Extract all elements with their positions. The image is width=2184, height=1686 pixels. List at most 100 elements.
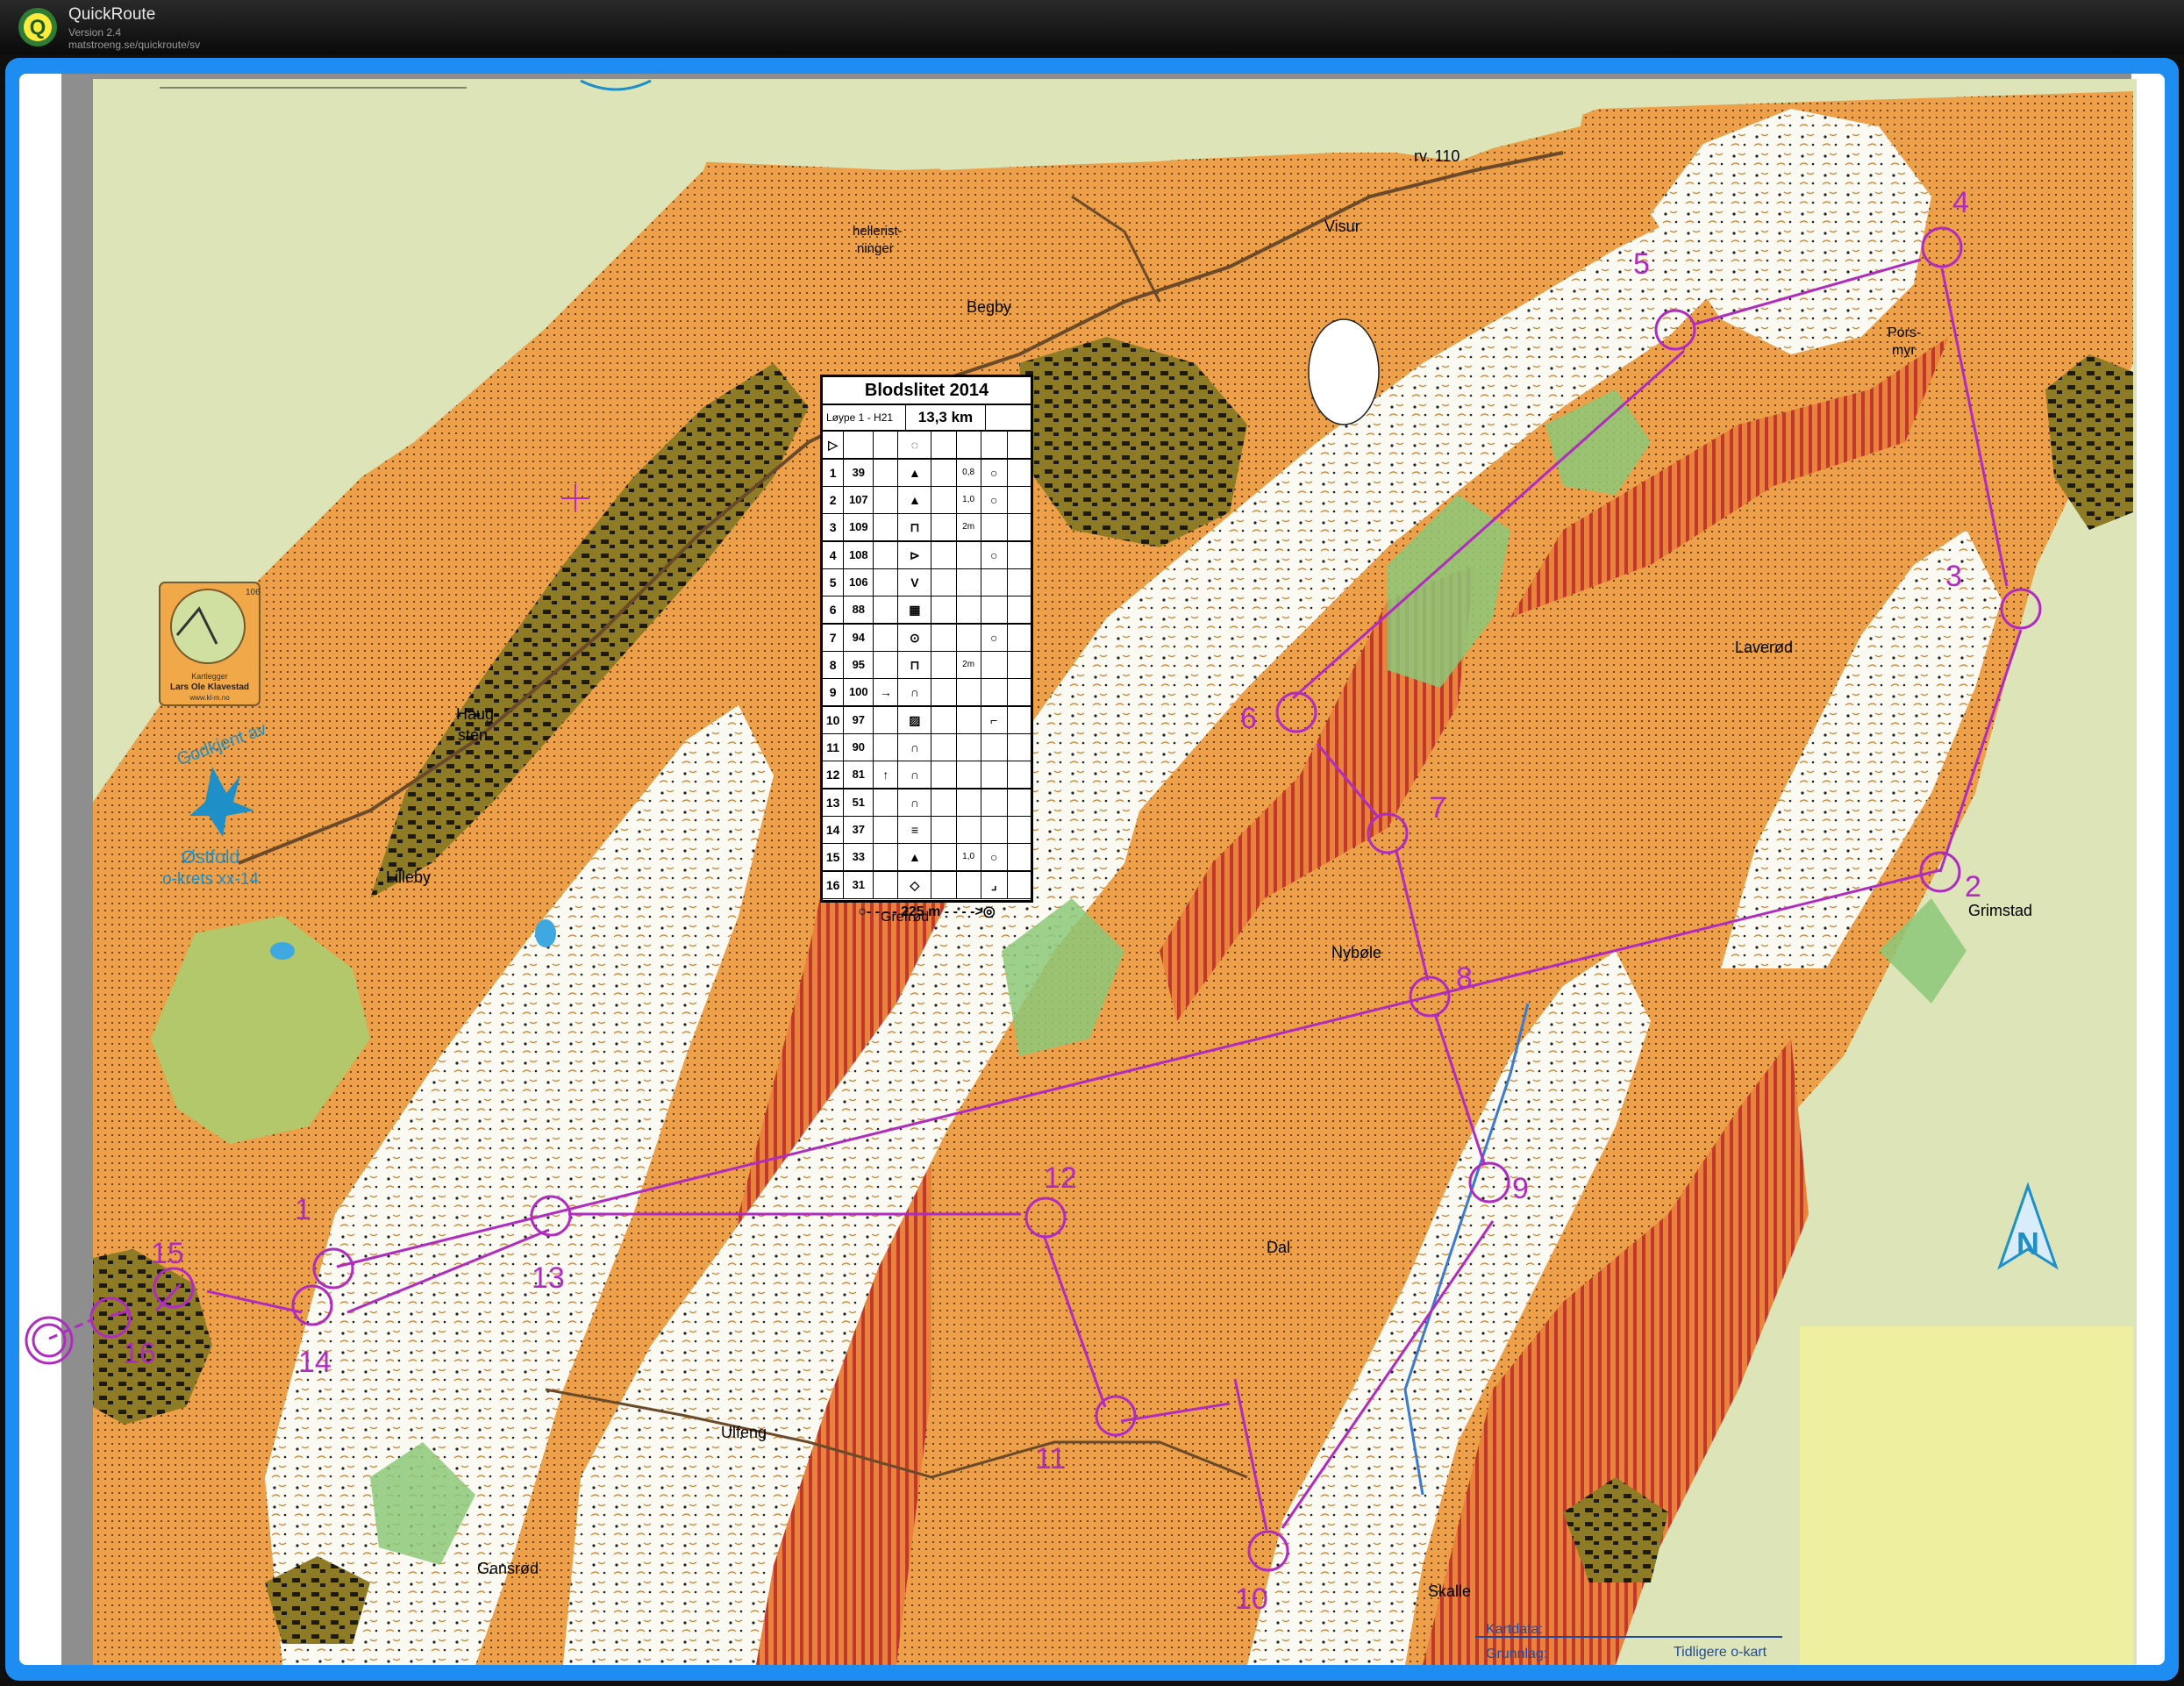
cd-other <box>1008 707 1031 733</box>
cd-control-number: 8 <box>823 652 845 678</box>
cd-row: 1 39 ▲ 0,8 ○ <box>823 460 1031 487</box>
cd-feature-symbol: ≡ <box>898 817 932 843</box>
cd-other <box>1008 761 1031 788</box>
cd-location-symbol: ○ <box>981 460 1008 486</box>
cd-appearance <box>931 844 957 870</box>
cd-location-symbol <box>981 514 1008 540</box>
cd-feature-symbol: ∩ <box>898 734 932 761</box>
cd-location-symbol <box>981 679 1008 705</box>
cd-row: 12 81 ↑ ∩ <box>823 761 1031 789</box>
cd-other <box>1008 569 1031 596</box>
cd-location-symbol: ○ <box>981 844 1008 870</box>
cd-row: 3 109 ⊓ 2m <box>823 514 1031 542</box>
cd-location-symbol <box>981 652 1008 678</box>
cd-control-number: 7 <box>823 625 845 651</box>
cd-arrow-icon <box>874 460 899 486</box>
cd-location-symbol <box>981 761 1008 788</box>
cd-feature-symbol: ▲ <box>898 487 932 513</box>
cd-control-code: 108 <box>844 542 874 568</box>
cd-other <box>1008 597 1031 623</box>
footer-grunnlag: Grunnlag: <box>1486 1647 1547 1661</box>
logo-letter: Q <box>30 16 46 39</box>
cd-other <box>1008 542 1031 568</box>
cd-arrow-icon <box>874 844 899 870</box>
cd-control-number: 16 <box>823 872 845 898</box>
cd-control-code: 106 <box>844 569 874 596</box>
cd-appearance <box>931 679 957 705</box>
place-pors: Pors- <box>1888 325 1921 340</box>
place-dal: Dal <box>1267 1239 1290 1256</box>
cd-location-symbol: ○ <box>981 487 1008 513</box>
cd-dimension <box>957 597 981 623</box>
control-number-10: 10 <box>1235 1582 1268 1616</box>
cd-appearance <box>931 597 957 623</box>
cd-appearance <box>931 817 957 843</box>
cd-other <box>1008 872 1031 898</box>
cd-control-code: 51 <box>844 789 874 816</box>
footer-tidligere: Tidligere o-kart <box>1674 1645 1767 1660</box>
cd-control-code: 81 <box>844 761 874 788</box>
control-number-7: 7 <box>1430 791 1446 825</box>
place-hellerist: hellerist- <box>853 224 903 239</box>
control-number-4: 4 <box>1952 186 1969 219</box>
cd-appearance <box>931 761 957 788</box>
place-laverod: Laverød <box>1735 639 1793 656</box>
mapper-line2: Lars Ole Klavestad <box>170 682 249 692</box>
cd-feature-symbol: ⊳ <box>898 542 932 568</box>
control-number-14: 14 <box>298 1346 332 1379</box>
app-url[interactable]: matstroeng.se/quickroute/sv <box>68 39 200 51</box>
cd-appearance <box>931 460 957 486</box>
place-visur: Visur <box>1324 218 1360 235</box>
cd-other <box>1008 734 1031 761</box>
mapper-line1: Kartlegger <box>191 672 228 681</box>
orienteering-map[interactable]: hellerist- ninger rv. 110 Visur Begby Po… <box>19 74 2165 1665</box>
cd-other <box>1008 487 1031 513</box>
cd-control-number: 14 <box>823 817 845 843</box>
map-viewport[interactable]: hellerist- ninger rv. 110 Visur Begby Po… <box>19 74 2165 1665</box>
cd-dimension <box>957 542 981 568</box>
small-lake <box>535 919 556 947</box>
cd-arrow-icon <box>874 514 899 540</box>
cd-dimension <box>957 625 981 651</box>
cd-feature-symbol: V <box>898 569 932 596</box>
legend-area <box>1800 1326 2133 1665</box>
cd-dimension: 1,0 <box>957 487 981 513</box>
control-number-16: 16 <box>123 1337 156 1370</box>
cd-control-code: 95 <box>844 652 874 678</box>
cd-row: 9 100 → ∩ <box>823 679 1031 707</box>
cd-feature-symbol: ⊙ <box>898 625 932 651</box>
cd-dimension: 1,0 <box>957 844 981 870</box>
quickroute-logo-icon: Q <box>18 8 57 46</box>
start-triangle-icon: ▷ <box>823 432 845 458</box>
approval-ostfold: Østfold <box>182 847 240 868</box>
cd-dimension <box>957 872 981 898</box>
cd-row: 6 88 ▦ <box>823 597 1031 625</box>
cd-arrow-icon <box>874 707 899 733</box>
cd-feature-symbol: ∩ <box>898 789 932 816</box>
app-name: QuickRoute <box>68 5 156 24</box>
cd-arrow-icon: ↑ <box>874 761 899 788</box>
app-version: Version 2.4 <box>68 26 122 39</box>
cd-control-code: 31 <box>844 872 874 898</box>
cd-control-number: 2 <box>823 487 845 513</box>
cd-control-number: 13 <box>823 789 845 816</box>
cd-control-code: 109 <box>844 514 874 540</box>
cd-other <box>1008 817 1031 843</box>
mapper-line3: www.kl-m.no <box>189 694 230 702</box>
cd-location-symbol <box>981 569 1008 596</box>
place-nybole: Nybøle <box>1331 944 1381 961</box>
cd-control-number: 5 <box>823 569 845 596</box>
cd-control-code: 39 <box>844 460 874 486</box>
cd-other <box>1008 460 1031 486</box>
cd-dimension: 2m <box>957 514 981 540</box>
cd-location-symbol: ⌟ <box>981 872 1008 898</box>
control-number-15: 15 <box>151 1237 184 1270</box>
cd-appearance <box>931 542 957 568</box>
cd-start-row: ▷ ◌ <box>823 432 1031 460</box>
cd-rows: 1 39 ▲ 0,8 ○ 2 107 ▲ 1,0 ○ 3 109 ⊓ 2m 4 108 ⊳ ○ 5 106 V 6 88 ▦ 7… <box>823 460 1031 899</box>
cd-appearance <box>931 514 957 540</box>
cd-control-code: 37 <box>844 817 874 843</box>
place-myr: myr <box>1892 343 1916 358</box>
cd-control-code: 33 <box>844 844 874 870</box>
cd-arrow-icon: → <box>874 679 899 705</box>
